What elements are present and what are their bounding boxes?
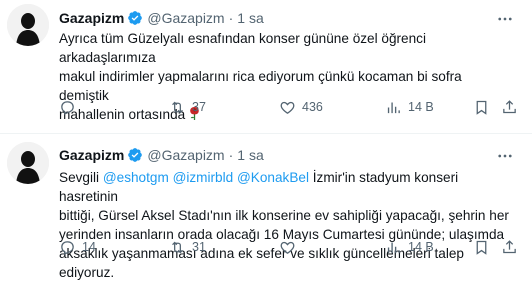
tweet-card[interactable]: Gazapizm @Gazapizm · 1 sa Sevgili @eshot…	[0, 134, 532, 280]
views-count: 14 B	[408, 240, 434, 254]
timestamp[interactable]: 1 sa	[237, 147, 263, 163]
retweet-count: 31	[192, 240, 206, 254]
tweet-text: Sevgili @eshotgm @izmirbld @KonakBel İzm…	[59, 168, 514, 282]
views-chart-icon	[387, 242, 400, 253]
tweet-text-line: bittiği, Gürsel Aksel Stadı'nın ilk kons…	[59, 208, 509, 223]
like-count: 436	[302, 100, 323, 114]
bookmark-icon	[476, 240, 487, 255]
more-options-icon[interactable]	[496, 147, 514, 165]
separator-dot: ·	[228, 147, 234, 163]
timestamp[interactable]: 1 sa	[237, 10, 263, 26]
tweet-card[interactable]: Gazapizm @Gazapizm · 1 sa Ayrıca tüm Güz…	[0, 0, 532, 134]
views-count: 14 B	[408, 100, 434, 114]
views-button[interactable]: 14 B	[385, 99, 434, 116]
share-button[interactable]	[501, 239, 524, 256]
author-name[interactable]: Gazapizm	[59, 10, 124, 26]
text-prefix: Sevgili	[59, 170, 103, 185]
more-options-icon[interactable]	[496, 10, 514, 28]
share-button[interactable]	[501, 99, 524, 116]
avatar[interactable]	[7, 142, 49, 184]
mention-link[interactable]: @KonakBel	[237, 170, 309, 185]
reply-button[interactable]	[59, 99, 82, 116]
author-handle[interactable]: @Gazapizm	[147, 147, 224, 163]
retweet-count: 37	[192, 100, 206, 114]
share-icon	[503, 99, 516, 113]
like-button[interactable]	[279, 239, 302, 256]
avatar[interactable]	[7, 4, 49, 46]
bookmark-button[interactable]	[473, 239, 496, 256]
author-handle[interactable]: @Gazapizm	[147, 10, 224, 26]
views-button[interactable]: 14 B	[385, 239, 434, 256]
views-chart-icon	[387, 102, 400, 113]
mention-link[interactable]: @izmirbld	[173, 170, 234, 185]
retweet-button[interactable]: 31	[169, 239, 206, 256]
bookmark-icon	[476, 100, 487, 115]
tweet-text-line: Ayrıca tüm Güzelyalı esnafından konser g…	[59, 31, 426, 65]
verified-badge-icon	[128, 11, 143, 25]
tweet-actions: 37 436 14 B	[59, 98, 518, 116]
retweet-button[interactable]: 37	[169, 99, 206, 116]
tweet-header: Gazapizm @Gazapizm · 1 sa	[59, 146, 264, 164]
retweet-icon	[172, 101, 183, 113]
like-button[interactable]: 436	[279, 99, 323, 116]
verified-badge-icon	[128, 148, 143, 162]
heart-icon	[280, 101, 295, 114]
reply-icon	[61, 240, 74, 255]
tweet-header: Gazapizm @Gazapizm · 1 sa	[59, 9, 264, 27]
reply-count: 14	[82, 240, 96, 254]
tweet-actions: 14 31 14 B	[59, 238, 518, 256]
separator-dot: ·	[228, 10, 234, 26]
reply-icon	[61, 100, 74, 115]
share-icon	[503, 239, 516, 253]
heart-icon	[280, 241, 295, 254]
retweet-icon	[172, 241, 183, 253]
author-name[interactable]: Gazapizm	[59, 147, 124, 163]
bookmark-button[interactable]	[473, 99, 496, 116]
reply-button[interactable]: 14	[59, 239, 96, 256]
mention-link[interactable]: @eshotgm	[103, 170, 169, 185]
tweet-text-line: Sevgili @eshotgm @izmirbld @KonakBel İzm…	[59, 168, 514, 206]
